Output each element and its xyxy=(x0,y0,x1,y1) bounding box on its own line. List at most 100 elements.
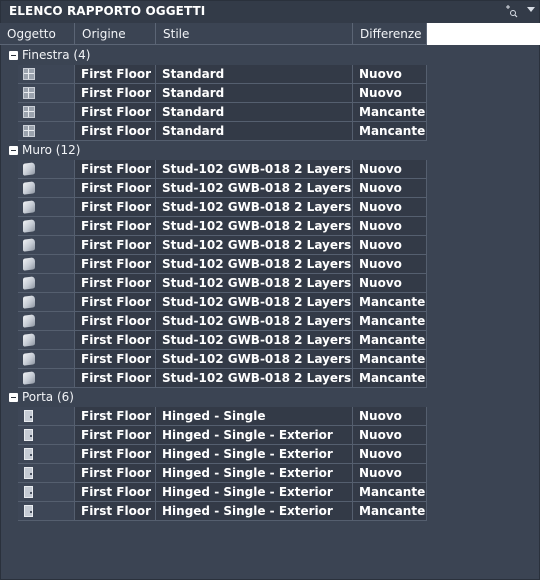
cell-oggetto[interactable] xyxy=(18,274,75,293)
cell-stile[interactable]: Hinged - Single xyxy=(156,407,353,426)
cell-origine[interactable]: First Floor ... xyxy=(75,217,156,236)
cell-oggetto[interactable] xyxy=(18,198,75,217)
cell-stile[interactable]: Hinged - Single - Exterior xyxy=(156,426,353,445)
column-header-oggetto[interactable]: Oggetto xyxy=(0,23,75,45)
cell-oggetto[interactable] xyxy=(18,464,75,483)
cell-differenze[interactable]: Mancante xyxy=(353,369,427,388)
cell-stile[interactable]: Stud-102 GWB-018 2 Layers Ea... xyxy=(156,179,353,198)
cell-stile[interactable]: Stud-102 GWB-018 2 Layers Ea... xyxy=(156,160,353,179)
cell-origine[interactable]: First Floor ... xyxy=(75,122,156,141)
table-row[interactable]: First Floor ...Stud-102 GWB-018 2 Layers… xyxy=(18,369,427,388)
table-row[interactable]: First Floor ...Stud-102 GWB-018 2 Layers… xyxy=(18,331,427,350)
group-row[interactable]: Porta (6) xyxy=(0,388,427,407)
cell-oggetto[interactable] xyxy=(18,312,75,331)
cell-differenze[interactable]: Nuovo xyxy=(353,160,427,179)
cell-oggetto[interactable] xyxy=(18,217,75,236)
collapse-icon[interactable] xyxy=(9,51,18,60)
group-row[interactable]: Muro (12) xyxy=(0,141,427,160)
table-row[interactable]: First Floor ...Hinged - Single - Exterio… xyxy=(18,426,427,445)
cell-differenze[interactable]: Mancante xyxy=(353,502,427,521)
cell-differenze[interactable]: Nuovo xyxy=(353,407,427,426)
column-header-differenze[interactable]: Differenze xyxy=(353,23,427,45)
cell-stile[interactable]: Stud-102 GWB-018 2 Layers Ea... xyxy=(156,350,353,369)
table-row[interactable]: First Floor ...Hinged - Single - Exterio… xyxy=(18,483,427,502)
cell-origine[interactable]: First Floor ... xyxy=(75,84,156,103)
cell-origine[interactable]: First Floor ... xyxy=(75,312,156,331)
cell-oggetto[interactable] xyxy=(18,84,75,103)
cell-oggetto[interactable] xyxy=(18,331,75,350)
cell-stile[interactable]: Standard xyxy=(156,84,353,103)
cell-origine[interactable]: First Floor ... xyxy=(75,293,156,312)
cell-oggetto[interactable] xyxy=(18,103,75,122)
cell-stile[interactable]: Hinged - Single - Exterior xyxy=(156,483,353,502)
table-row[interactable]: First Floor ...Hinged - Single - Exterio… xyxy=(18,502,427,521)
cell-origine[interactable]: First Floor ... xyxy=(75,350,156,369)
table-row[interactable]: First Floor ...Stud-102 GWB-018 2 Layers… xyxy=(18,312,427,331)
cell-differenze[interactable]: Mancante xyxy=(353,103,427,122)
cell-origine[interactable]: First Floor ... xyxy=(75,369,156,388)
zoom-search-icon[interactable] xyxy=(503,4,519,20)
cell-differenze[interactable]: Nuovo xyxy=(353,198,427,217)
group-row[interactable]: Finestra (4) xyxy=(0,46,427,65)
cell-stile[interactable]: Stud-102 GWB-018 2 Layers Ea... xyxy=(156,255,353,274)
table-row[interactable]: First Floor ...Stud-102 GWB-018 2 Layers… xyxy=(18,160,427,179)
cell-stile[interactable]: Stud-102 GWB-018 2 Layers Ea... xyxy=(156,293,353,312)
cell-stile[interactable]: Stud-102 GWB-018 2 Layers Ea... xyxy=(156,198,353,217)
cell-origine[interactable]: First Floor ... xyxy=(75,103,156,122)
cell-oggetto[interactable] xyxy=(18,65,75,84)
cell-differenze[interactable]: Mancante xyxy=(353,312,427,331)
cell-oggetto[interactable] xyxy=(18,483,75,502)
cell-origine[interactable]: First Floor ... xyxy=(75,160,156,179)
cell-stile[interactable]: Standard xyxy=(156,122,353,141)
column-header-stile[interactable]: Stile xyxy=(156,23,353,45)
table-row[interactable]: First Floor ...StandardNuovo xyxy=(18,65,427,84)
cell-differenze[interactable]: Nuovo xyxy=(353,255,427,274)
collapse-icon[interactable] xyxy=(9,393,18,402)
column-header-origine[interactable]: Origine xyxy=(75,23,156,45)
table-row[interactable]: First Floor ...StandardMancante xyxy=(18,103,427,122)
table-row[interactable]: First Floor ...Stud-102 GWB-018 2 Layers… xyxy=(18,255,427,274)
cell-origine[interactable]: First Floor ... xyxy=(75,483,156,502)
cell-differenze[interactable]: Nuovo xyxy=(353,274,427,293)
cell-differenze[interactable]: Nuovo xyxy=(353,445,427,464)
cell-origine[interactable]: First Floor ... xyxy=(75,502,156,521)
cell-origine[interactable]: First Floor ... xyxy=(75,198,156,217)
table-row[interactable]: First Floor ...StandardNuovo xyxy=(18,84,427,103)
cell-oggetto[interactable] xyxy=(18,179,75,198)
cell-oggetto[interactable] xyxy=(18,255,75,274)
table-row[interactable]: First Floor ...Stud-102 GWB-018 2 Layers… xyxy=(18,179,427,198)
table-row[interactable]: First Floor ...Stud-102 GWB-018 2 Layers… xyxy=(18,236,427,255)
table-row[interactable]: First Floor ...StandardMancante xyxy=(18,122,427,141)
cell-origine[interactable]: First Floor ... xyxy=(75,274,156,293)
cell-stile[interactable]: Hinged - Single - Exterior xyxy=(156,464,353,483)
cell-oggetto[interactable] xyxy=(18,445,75,464)
cell-oggetto[interactable] xyxy=(18,502,75,521)
cell-stile[interactable]: Hinged - Single - Exterior xyxy=(156,502,353,521)
cell-differenze[interactable]: Nuovo xyxy=(353,426,427,445)
cell-origine[interactable]: First Floor ... xyxy=(75,407,156,426)
cell-origine[interactable]: First Floor ... xyxy=(75,426,156,445)
cell-differenze[interactable]: Mancante xyxy=(353,350,427,369)
cell-differenze[interactable]: Nuovo xyxy=(353,464,427,483)
cell-stile[interactable]: Stud-102 GWB-018 2 Layers Ea... xyxy=(156,331,353,350)
collapse-icon[interactable] xyxy=(9,146,18,155)
table-row[interactable]: First Floor ...Stud-102 GWB-018 2 Layers… xyxy=(18,217,427,236)
cell-oggetto[interactable] xyxy=(18,369,75,388)
table-row[interactable]: First Floor ...Hinged - Single - Exterio… xyxy=(18,445,427,464)
cell-stile[interactable]: Stud-102 GWB-018 2 Layers Ea... xyxy=(156,274,353,293)
cell-differenze[interactable]: Mancante xyxy=(353,293,427,312)
cell-oggetto[interactable] xyxy=(18,293,75,312)
cell-differenze[interactable]: Nuovo xyxy=(353,217,427,236)
table-row[interactable]: First Floor ...Stud-102 GWB-018 2 Layers… xyxy=(18,274,427,293)
cell-stile[interactable]: Hinged - Single - Exterior xyxy=(156,445,353,464)
table-row[interactable]: First Floor ...Stud-102 GWB-018 2 Layers… xyxy=(18,198,427,217)
cell-oggetto[interactable] xyxy=(18,426,75,445)
cell-stile[interactable]: Stud-102 GWB-018 2 Layers Ea... xyxy=(156,369,353,388)
cell-differenze[interactable]: Mancante xyxy=(353,483,427,502)
cell-stile[interactable]: Stud-102 GWB-018 2 Layers Ea... xyxy=(156,312,353,331)
cell-differenze[interactable]: Nuovo xyxy=(353,236,427,255)
cell-origine[interactable]: First Floor ... xyxy=(75,255,156,274)
cell-stile[interactable]: Stud-102 GWB-018 2 Layers Ea... xyxy=(156,217,353,236)
table-row[interactable]: First Floor ...Stud-102 GWB-018 2 Layers… xyxy=(18,350,427,369)
cell-origine[interactable]: First Floor ... xyxy=(75,236,156,255)
